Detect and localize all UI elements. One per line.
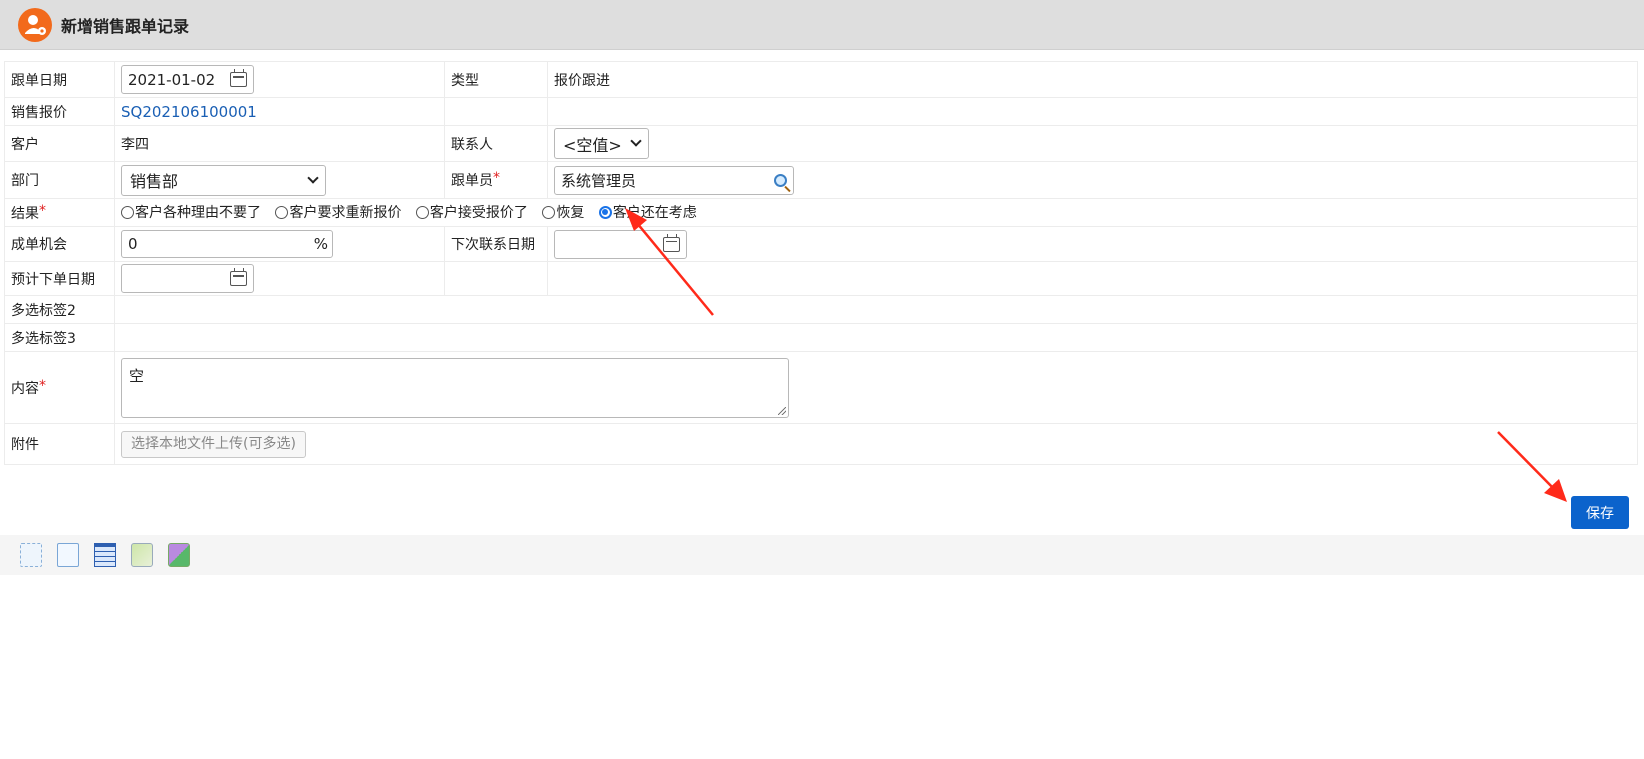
tag3-label: 多选标签3 <box>4 323 115 352</box>
type-value: 报价跟进 <box>547 61 1638 98</box>
chance-value: 0 <box>128 235 138 253</box>
chance-input[interactable]: 0 % <box>121 230 333 258</box>
calendar-icon[interactable] <box>230 268 247 286</box>
department-label: 部门 <box>4 161 115 199</box>
app-logo-icon <box>18 7 52 42</box>
annotation-arrow-icon <box>1497 431 1567 502</box>
customer-label: 客户 <box>4 125 115 162</box>
form-row: 成单机会 0 % 下次联系日期 <box>4 226 1638 262</box>
result-option[interactable]: 客户各种理由不要了 <box>121 202 261 222</box>
result-option-label: 客户要求重新报价 <box>289 205 402 222</box>
follower-lookup-field[interactable]: 系统管理员 <box>554 165 794 195</box>
form-row: 多选标签3 <box>4 323 1638 352</box>
form-row: 销售报价 SQ202106100001 <box>4 97 1638 126</box>
radio-button-checked[interactable] <box>598 205 612 219</box>
brush-icon[interactable] <box>131 543 153 567</box>
expected-order-date-label: 预计下单日期 <box>4 261 115 296</box>
contact-select[interactable]: <空值> <box>554 128 649 159</box>
tag2-label: 多选标签2 <box>4 295 115 324</box>
form-row: 跟单日期 2021-01-02 类型 报价跟进 <box>4 61 1638 98</box>
quote-link[interactable]: SQ202106100001 <box>121 103 257 121</box>
attachment-label: 附件 <box>4 423 115 465</box>
form-row: 内容* 空 <box>4 351 1638 424</box>
upload-files-button[interactable]: 选择本地文件上传(可多选) <box>121 430 306 458</box>
chevron-down-icon <box>307 171 319 184</box>
result-option[interactable]: 客户要求重新报价 <box>275 202 401 222</box>
form-row: 结果* 客户各种理由不要了 客户要求重新报价 客户接受报价了 恢复 客户还在考虑 <box>4 198 1638 227</box>
required-mark: * <box>39 377 46 394</box>
follow-date-field[interactable]: 2021-01-02 <box>121 65 254 94</box>
follow-date-value: 2021-01-02 <box>128 70 216 89</box>
contact-label: 联系人 <box>444 125 548 162</box>
search-icon[interactable] <box>774 173 787 187</box>
blank-page-icon[interactable] <box>20 543 42 567</box>
customer-value: 李四 <box>114 125 445 162</box>
follow-date-label: 跟单日期 <box>4 61 115 98</box>
result-option[interactable]: 恢复 <box>542 202 584 222</box>
resize-grip-icon[interactable] <box>778 406 786 415</box>
form-row: 部门 销售部 跟单员* 系统管理员 <box>4 161 1638 199</box>
save-button[interactable]: 保存 <box>1571 496 1629 529</box>
expected-order-date-field[interactable] <box>121 264 254 293</box>
title-bar: 新增销售跟单记录 <box>0 0 1644 50</box>
quote-label: 销售报价 <box>4 97 115 126</box>
document-icon[interactable] <box>57 543 79 567</box>
result-option-label: 恢复 <box>556 205 585 222</box>
follower-value: 系统管理员 <box>561 171 637 190</box>
form-row: 客户 李四 联系人 <空值> <box>4 125 1638 162</box>
content-label: 内容 <box>11 380 39 397</box>
percent-unit: % <box>313 235 328 253</box>
next-contact-date-label: 下次联系日期 <box>444 226 548 262</box>
radio-button[interactable] <box>275 205 289 219</box>
required-mark: * <box>493 170 500 186</box>
tag2-value[interactable] <box>114 295 1638 324</box>
content-value: 空 <box>129 366 145 385</box>
type-label: 类型 <box>444 61 548 98</box>
chevron-down-icon <box>630 135 642 147</box>
form-row: 附件 选择本地文件上传(可多选) <box>4 423 1638 465</box>
result-option[interactable]: 客户接受报价了 <box>415 202 528 222</box>
radio-button[interactable] <box>542 205 556 219</box>
follow-record-form: 跟单日期 2021-01-02 类型 报价跟进 销售报价 SQ202106100… <box>4 61 1638 465</box>
follower-label: 跟单员 <box>451 173 493 189</box>
window-title: 新增销售跟单记录 <box>61 16 190 36</box>
empty-cell <box>444 97 548 126</box>
result-option-label: 客户接受报价了 <box>429 205 528 222</box>
contact-select-value: <空值> <box>563 135 622 155</box>
form-row: 多选标签2 <box>4 295 1638 324</box>
annotation-arrow-icon <box>625 208 714 316</box>
calendar-icon[interactable] <box>230 69 247 87</box>
result-label: 结果 <box>11 205 39 222</box>
radio-button[interactable] <box>415 205 429 219</box>
chance-label: 成单机会 <box>4 226 115 262</box>
department-select[interactable]: 销售部 <box>121 164 326 196</box>
bottom-toolbar <box>0 535 1644 575</box>
empty-cell <box>547 97 1638 126</box>
table-icon[interactable] <box>94 543 116 567</box>
empty-cell <box>444 261 548 296</box>
result-option-label: 客户各种理由不要了 <box>135 205 261 222</box>
form-row: 预计下单日期 <box>4 261 1638 296</box>
tag3-value[interactable] <box>114 323 1638 352</box>
content-textarea[interactable]: 空 <box>121 357 789 418</box>
department-select-value: 销售部 <box>130 172 179 191</box>
required-mark: * <box>39 202 46 219</box>
radio-button[interactable] <box>121 205 134 219</box>
puzzle-icon[interactable] <box>168 543 190 567</box>
